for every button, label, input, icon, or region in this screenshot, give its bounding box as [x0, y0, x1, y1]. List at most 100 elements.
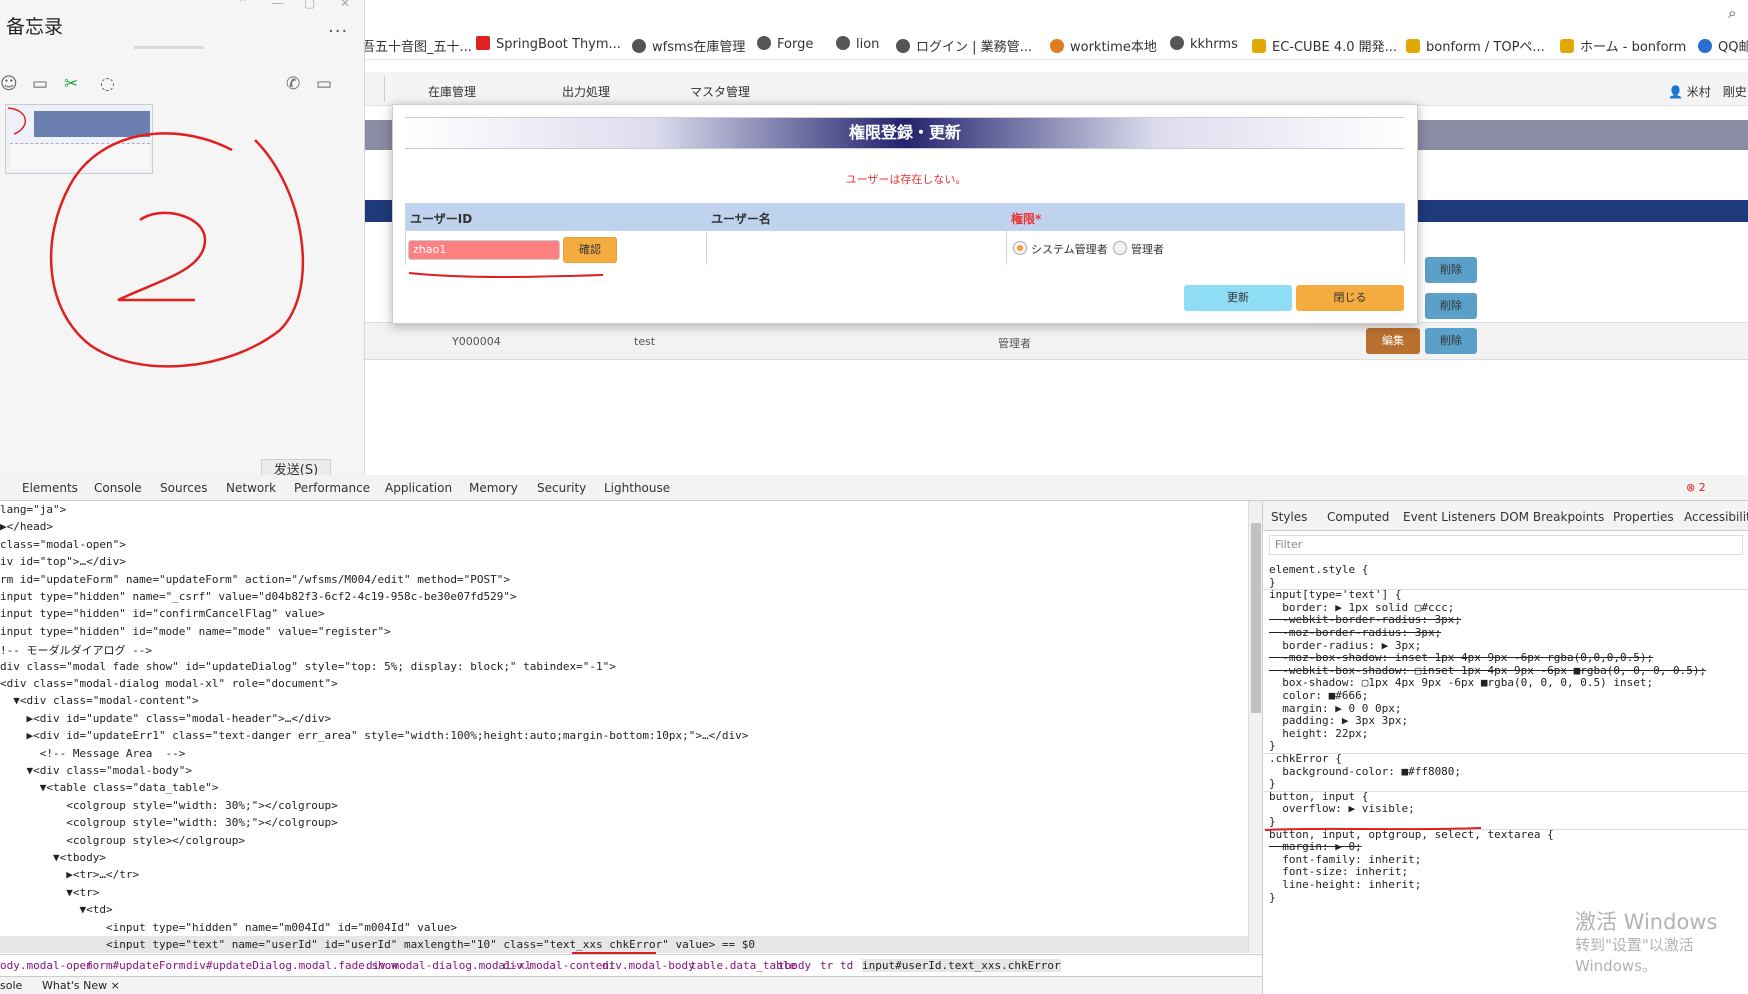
bookmark-item[interactable]: bonform / TOPペ...: [1406, 36, 1545, 55]
tab-memory[interactable]: Memory: [469, 481, 518, 495]
style-line[interactable]: }: [1269, 576, 1276, 589]
style-line[interactable]: }: [1269, 777, 1276, 790]
tab-elements[interactable]: Elements: [22, 481, 78, 495]
style-line[interactable]: -webkit-border-radius: 3px;: [1269, 613, 1461, 626]
breadcrumb-item[interactable]: tr: [820, 959, 833, 972]
style-line[interactable]: background-color: ■#ff8080;: [1269, 765, 1461, 778]
drawer-tab-whats-new[interactable]: What's New ×: [42, 979, 120, 992]
bookmark-item[interactable]: ログイン | 業務管...: [896, 36, 1032, 55]
tab-application[interactable]: Application: [385, 481, 452, 495]
code-line[interactable]: <!-- Message Area -->: [0, 747, 186, 760]
code-line[interactable]: ▶</head>: [0, 520, 53, 533]
style-line[interactable]: box-shadow: ▢1px 4px 9px -6px ■rgba(0, 0…: [1269, 676, 1653, 689]
update-button[interactable]: 更新: [1184, 285, 1292, 311]
breadcrumb-item[interactable]: td: [840, 959, 853, 972]
breadcrumb-item[interactable]: div.modal-content: [503, 959, 616, 972]
tab-dom-breakpoints[interactable]: DOM Breakpoints: [1500, 510, 1604, 524]
style-line[interactable]: font-family: inherit;: [1269, 853, 1421, 866]
breadcrumb-item[interactable]: ody.modal-open: [0, 959, 93, 972]
user-id-input[interactable]: zhao1: [408, 240, 560, 260]
bookmark-item[interactable]: worktime本地: [1050, 36, 1157, 55]
close-button[interactable]: 閉じる: [1296, 285, 1404, 311]
tab-event-listeners[interactable]: Event Listeners: [1403, 510, 1496, 524]
bookmark-item[interactable]: Forge: [757, 36, 813, 52]
code-line[interactable]: <input type="hidden" name="m004Id" id="m…: [0, 921, 457, 934]
bookmark-item[interactable]: kkhrms: [1170, 36, 1238, 52]
style-line[interactable]: }: [1269, 891, 1276, 904]
style-line[interactable]: height: 22px;: [1269, 727, 1368, 740]
code-line[interactable]: input type="hidden" name="_csrf" value="…: [0, 590, 517, 603]
nav-item-master[interactable]: マスタ管理: [690, 83, 750, 100]
tab-computed[interactable]: Computed: [1327, 510, 1389, 524]
code-line[interactable]: ▶<tr>…</tr>: [0, 868, 139, 881]
style-line[interactable]: font-size: inherit;: [1269, 865, 1408, 878]
style-line[interactable]: button, input {: [1269, 790, 1368, 803]
code-line[interactable]: !-- モーダルダイアログ -->: [0, 642, 152, 658]
style-line[interactable]: line-height: inherit;: [1269, 878, 1421, 891]
tab-sources[interactable]: Sources: [160, 481, 207, 495]
code-line[interactable]: ▶<div id="updateErr1" class="text-danger…: [0, 729, 748, 742]
tab-styles[interactable]: Styles: [1271, 510, 1307, 524]
breadcrumb-item[interactable]: tbody: [778, 959, 811, 972]
scrollbar-thumb[interactable]: [1251, 523, 1261, 713]
code-line[interactable]: ▼<table class="data_table">: [0, 781, 219, 794]
style-line[interactable]: overflow: ▶ visible;: [1269, 802, 1414, 815]
styles-filter-input[interactable]: Filter: [1269, 535, 1743, 555]
code-line[interactable]: rm id="updateForm" name="updateForm" act…: [0, 573, 510, 586]
style-line[interactable]: margin: ▶ 0;: [1269, 840, 1361, 853]
style-line[interactable]: -moz-box-shadow: inset 1px 4px 9px -6px …: [1269, 651, 1653, 664]
bookmark-item[interactable]: SpringBoot Thym...: [476, 36, 621, 52]
style-line[interactable]: border-radius: ▶ 3px;: [1269, 639, 1421, 652]
style-line[interactable]: margin: ▶ 0 0 0px;: [1269, 702, 1401, 715]
bookmark-item[interactable]: 吾五十音图_五十...: [362, 36, 472, 55]
nav-item-inventory[interactable]: 在庫管理: [428, 83, 476, 100]
style-line[interactable]: element.style {: [1269, 563, 1368, 576]
code-line[interactable]: ▼<div class="modal-content">: [0, 694, 198, 707]
code-line[interactable]: ▼<div class="modal-body">: [0, 764, 192, 777]
code-line[interactable]: <colgroup style="width: 30%;"></colgroup…: [0, 799, 338, 812]
search-icon[interactable]: ⌕: [1728, 4, 1736, 22]
style-line[interactable]: padding: ▶ 3px 3px;: [1269, 714, 1408, 727]
bookmark-item[interactable]: ホーム - bonform: [1560, 36, 1686, 55]
code-line[interactable]: input type="hidden" id="mode" name="mode…: [0, 625, 391, 638]
code-line[interactable]: class="modal-open">: [0, 538, 126, 551]
drawer-tab-console[interactable]: sole: [0, 979, 22, 992]
error-count[interactable]: ⊗ 2: [1686, 481, 1706, 494]
bookmark-item[interactable]: lion: [836, 36, 879, 52]
style-line[interactable]: -moz-border-radius: 3px;: [1269, 626, 1441, 639]
style-line[interactable]: input[type='text'] {: [1269, 588, 1401, 601]
bookmark-item[interactable]: EC-CUBE 4.0 開発...: [1252, 36, 1397, 55]
breadcrumb-item[interactable]: form#updateForm: [86, 959, 185, 972]
delete-button[interactable]: 削除: [1425, 257, 1477, 283]
delete-button[interactable]: 削除: [1425, 328, 1477, 354]
style-line[interactable]: -webkit-box-shadow: ▢inset 1px 4px 9px -…: [1269, 664, 1706, 677]
edit-button[interactable]: 編集: [1366, 328, 1420, 354]
code-line[interactable]: <div class="modal-dialog modal-xl" role=…: [0, 677, 338, 690]
tab-lighthouse[interactable]: Lighthouse: [604, 481, 670, 495]
code-line[interactable]: <colgroup style></colgroup>: [0, 834, 245, 847]
confirm-button[interactable]: 確認: [563, 237, 617, 263]
code-line[interactable]: input type="hidden" id="confirmCancelFla…: [0, 607, 325, 620]
elements-scrollbar[interactable]: [1248, 501, 1262, 953]
code-line[interactable]: div class="modal fade show" id="updateDi…: [0, 660, 616, 673]
radio-admin[interactable]: [1113, 241, 1127, 255]
breadcrumb-item[interactable]: div.modal-body: [602, 959, 695, 972]
nav-item-output[interactable]: 出力処理: [562, 83, 610, 100]
tab-performance[interactable]: Performance: [294, 481, 370, 495]
breadcrumb-item[interactable]: input#userId.text_xxs.chkError: [862, 959, 1061, 972]
bookmark-item[interactable]: QQ邮: [1698, 36, 1748, 55]
code-line[interactable]: ▶<div id="update" class="modal-header">……: [0, 712, 331, 725]
code-line[interactable]: iv id="top">…</div>: [0, 555, 126, 568]
tab-console[interactable]: Console: [94, 481, 142, 495]
code-line[interactable]: ▼<tbody>: [0, 851, 106, 864]
tab-network[interactable]: Network: [226, 481, 276, 495]
tab-security[interactable]: Security: [537, 481, 586, 495]
style-line[interactable]: border: ▶ 1px solid ▢#ccc;: [1269, 601, 1454, 614]
style-line[interactable]: color: ■#666;: [1269, 689, 1368, 702]
bookmark-item[interactable]: wfsms在庫管理: [632, 36, 745, 55]
code-line[interactable]: <colgroup style="width: 30%;"></colgroup…: [0, 816, 338, 829]
code-line[interactable]: ▼<td>: [0, 903, 112, 916]
code-line[interactable]: lang="ja">: [0, 503, 66, 516]
tab-accessibility[interactable]: Accessibility: [1684, 510, 1748, 524]
code-line[interactable]: ▼<tr>: [0, 886, 99, 899]
